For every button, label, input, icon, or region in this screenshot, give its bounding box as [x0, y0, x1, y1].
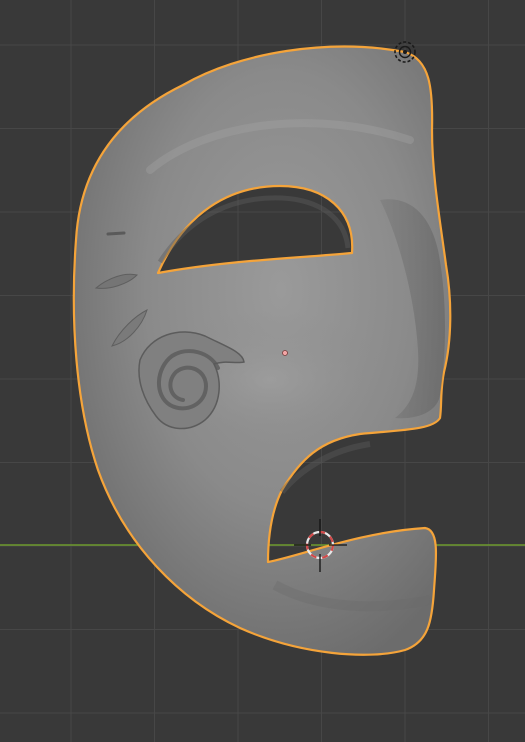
- cheek-mark-small: [106, 231, 126, 236]
- object-origin-point[interactable]: [282, 350, 288, 356]
- 3d-viewport[interactable]: [0, 0, 525, 742]
- theatre-mask-mesh[interactable]: [72, 45, 452, 656]
- viewport-canvas[interactable]: [0, 0, 525, 742]
